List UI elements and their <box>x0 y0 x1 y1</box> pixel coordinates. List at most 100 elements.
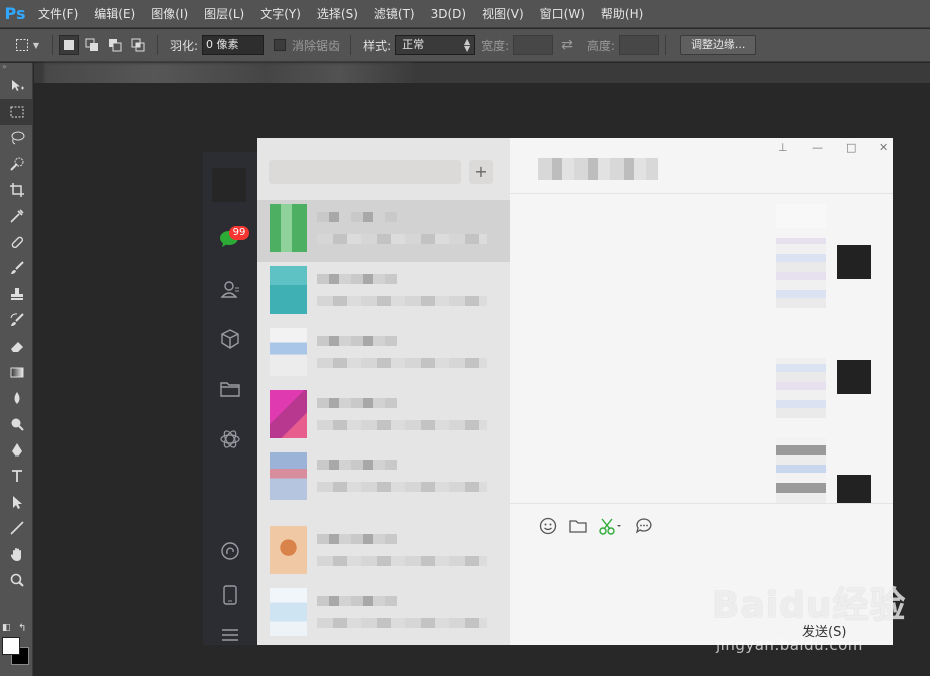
avatar <box>837 245 871 279</box>
crop-tool-icon[interactable] <box>0 177 33 203</box>
divider <box>52 35 53 55</box>
folder-icon <box>203 376 257 402</box>
blurred-message <box>776 358 826 418</box>
panel-grip-icon[interactable]: » <box>0 63 32 73</box>
menu-edit[interactable]: 编辑(E) <box>86 0 143 28</box>
blurred-text <box>317 596 397 606</box>
minimize-icon: — <box>812 141 823 154</box>
add-button: + <box>469 160 493 184</box>
divider <box>510 503 893 504</box>
maximize-icon: □ <box>846 141 857 154</box>
moments-icon <box>203 538 257 564</box>
blurred-text <box>317 398 397 408</box>
menu-bar: Ps 文件(F) 编辑(E) 图像(I) 图层(L) 文字(Y) 选择(S) 滤… <box>0 0 930 28</box>
menu-window[interactable]: 窗口(W) <box>532 0 593 28</box>
style-select[interactable]: 正常 ▲ ▼ <box>395 35 476 55</box>
screenshot-scissors-icon <box>598 516 624 536</box>
avatar <box>837 475 871 503</box>
add-selection-button[interactable] <box>82 35 102 55</box>
blurred-text <box>317 358 487 368</box>
color-swatches[interactable]: ◧ ↰ <box>2 623 32 673</box>
add-selection-icon <box>85 38 98 51</box>
marquee-tool-icon[interactable] <box>0 99 33 125</box>
favorites-cube-icon <box>203 326 257 352</box>
blurred-text <box>317 618 487 628</box>
subtract-selection-button[interactable] <box>105 35 125 55</box>
path-select-tool-icon[interactable] <box>0 489 33 515</box>
subtract-selection-icon <box>109 39 122 52</box>
dodge-tool-icon[interactable] <box>0 411 33 437</box>
phone-icon <box>203 582 257 608</box>
feather-label: 羽化: <box>170 38 199 53</box>
blurred-text <box>317 534 397 544</box>
menu-layer[interactable]: 图层(L) <box>196 0 252 28</box>
menu-view[interactable]: 视图(V) <box>474 0 532 28</box>
line-tool-icon[interactable] <box>0 515 33 541</box>
options-bar: ▼ 羽化: 0 像素 消除锯齿 样式: 正常 ▲ ▼ 宽度: ⇄ 高度: 调整边… <box>0 29 930 62</box>
blurred-text <box>317 234 487 244</box>
refine-edge-button[interactable]: 调整边缘... <box>679 35 757 55</box>
style-label: 样式: <box>363 38 392 53</box>
gradient-tool-icon[interactable] <box>0 359 33 385</box>
menu-3d[interactable]: 3D(D) <box>423 0 474 28</box>
wechat-chat-panel: ⊥ — □ ✕ 发送(S) <box>510 138 893 645</box>
blurred-text <box>317 212 397 222</box>
marquee-icon <box>15 39 28 51</box>
feather-input[interactable]: 0 像素 <box>202 35 265 55</box>
healing-brush-tool-icon[interactable] <box>0 229 33 255</box>
blurred-message <box>776 238 826 308</box>
swap-colors-icon[interactable]: ↰ <box>18 623 26 634</box>
new-selection-button[interactable] <box>59 35 79 55</box>
list-item <box>257 448 510 510</box>
chevron-down-icon: ▼ <box>32 40 40 50</box>
avatar <box>270 588 307 636</box>
menu-filter[interactable]: 滤镜(T) <box>366 0 423 28</box>
clone-stamp-tool-icon[interactable] <box>0 281 33 307</box>
pin-icon: ⊥ <box>778 141 788 154</box>
swap-icon[interactable]: ⇄ <box>561 37 573 53</box>
type-tool-icon[interactable] <box>0 463 33 489</box>
width-label: 宽度: <box>481 38 510 53</box>
miniprogram-icon <box>203 426 257 452</box>
new-selection-icon <box>64 40 74 50</box>
zoom-tool-icon[interactable] <box>0 567 33 593</box>
foreground-color-swatch[interactable] <box>2 637 20 655</box>
default-colors-icon[interactable]: ◧ <box>2 623 11 633</box>
blur-tool-icon[interactable] <box>0 385 33 411</box>
wechat-nav-sidebar: 99 <box>203 152 257 645</box>
search-input <box>269 160 461 184</box>
list-item <box>257 324 510 386</box>
pen-tool-icon[interactable] <box>0 437 33 463</box>
antialias-checkbox[interactable] <box>274 39 287 51</box>
intersect-selection-button[interactable] <box>128 35 148 55</box>
move-tool-icon[interactable] <box>0 73 33 99</box>
width-input[interactable] <box>513 35 554 55</box>
eyedropper-tool-icon[interactable] <box>0 203 33 229</box>
menu-help[interactable]: 帮助(H) <box>593 0 651 28</box>
updown-arrow-icon: ▲ ▼ <box>463 37 471 53</box>
avatar <box>270 204 307 252</box>
quick-select-tool-icon[interactable] <box>0 151 33 177</box>
blurred-message <box>776 438 826 503</box>
brush-tool-icon[interactable] <box>0 255 33 281</box>
lasso-tool-icon[interactable] <box>0 125 33 151</box>
height-input[interactable] <box>618 35 659 55</box>
blurred-message <box>776 204 826 228</box>
menu-type[interactable]: 文字(Y) <box>252 0 309 28</box>
history-brush-tool-icon[interactable] <box>0 307 33 333</box>
eraser-tool-icon[interactable] <box>0 333 33 359</box>
hand-tool-icon[interactable] <box>0 541 33 567</box>
height-label: 高度: <box>586 38 615 53</box>
blurred-text <box>317 274 397 284</box>
blurred-chat-title <box>538 158 658 180</box>
menu-image[interactable]: 图像(I) <box>143 0 196 28</box>
style-value: 正常 <box>402 38 425 51</box>
document-tab-bar <box>34 63 930 93</box>
tool-preset-picker[interactable]: ▼ <box>8 33 46 57</box>
menu-select[interactable]: 选择(S) <box>309 0 366 28</box>
emoji-icon <box>538 516 558 536</box>
close-icon: ✕ <box>879 141 889 154</box>
menu-file[interactable]: 文件(F) <box>30 0 86 28</box>
blurred-text <box>317 556 487 566</box>
avatar <box>270 266 307 314</box>
